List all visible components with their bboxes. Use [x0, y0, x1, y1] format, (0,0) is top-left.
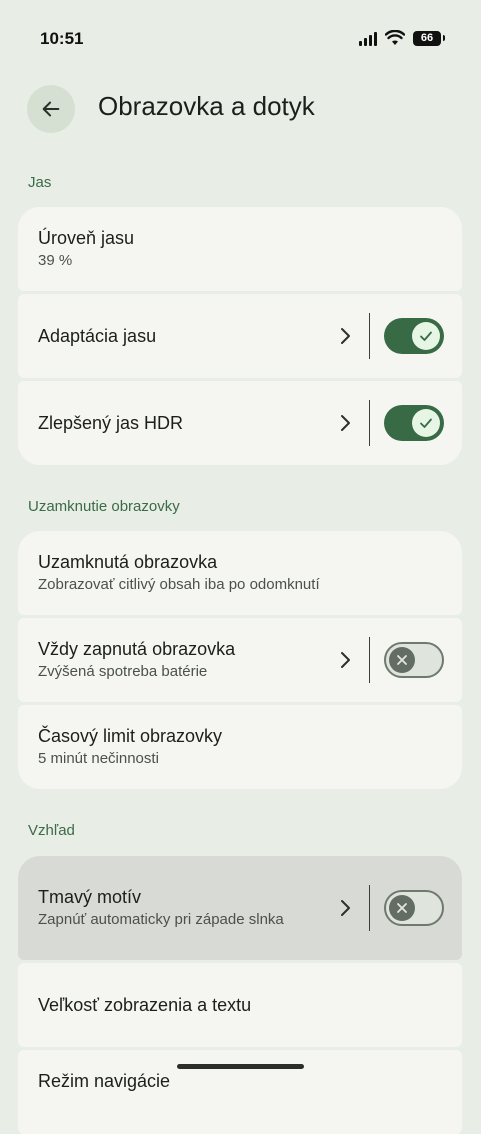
chevron-right-icon[interactable] [333, 648, 357, 672]
status-icons: 66 [359, 30, 445, 46]
chevron-right-icon[interactable] [333, 896, 357, 920]
toggle-knob [412, 409, 440, 437]
toggle-knob [412, 322, 440, 350]
item-title: Úroveň jasu [38, 228, 135, 248]
item-title: Časový limit obrazovky [38, 726, 223, 746]
adaptive-brightness-item[interactable]: Adaptácia jasu [18, 294, 462, 378]
item-title: Tmavý motív [38, 887, 142, 907]
divider [369, 637, 370, 683]
dark-theme-toggle[interactable] [384, 890, 444, 926]
wifi-icon [385, 30, 405, 45]
signal-icon [359, 30, 377, 46]
always-on-display-toggle[interactable] [384, 642, 444, 678]
battery-icon: 66 [413, 30, 445, 46]
item-subtitle: 39 % [38, 252, 73, 269]
back-button[interactable] [27, 85, 75, 133]
brightness-level-item[interactable]: Úroveň jasu 39 % [18, 207, 462, 291]
item-subtitle: Zobrazovať citlivý obsah iba po odomknut… [38, 576, 320, 593]
adaptive-brightness-toggle[interactable] [384, 318, 444, 354]
toggle-knob [389, 895, 415, 921]
section-header-lock-screen: Uzamknutie obrazovky [28, 498, 180, 515]
item-title: Veľkosť zobrazenia a textu [38, 995, 252, 1015]
page-title: Obrazovka a dotyk [98, 91, 315, 121]
toggle-knob [389, 647, 415, 673]
hdr-brightness-toggle[interactable] [384, 405, 444, 441]
battery-level: 66 [420, 32, 434, 44]
home-indicator[interactable] [177, 1064, 304, 1069]
item-subtitle: Zvýšená spotreba batérie [38, 663, 208, 680]
chevron-right-icon[interactable] [333, 324, 357, 348]
hdr-brightness-item[interactable]: Zlepšený jas HDR [18, 381, 462, 465]
arrow-left-icon [42, 101, 60, 117]
screen-timeout-item[interactable]: Časový limit obrazovky 5 minút nečinnost… [18, 705, 462, 789]
item-title: Zlepšený jas HDR [38, 413, 184, 433]
close-icon [397, 903, 407, 913]
display-size-item[interactable]: Veľkosť zobrazenia a textu [18, 963, 462, 1047]
divider [369, 313, 370, 359]
close-icon [397, 655, 407, 665]
item-title: Vždy zapnutá obrazovka [38, 639, 236, 659]
status-time: 10:51 [40, 29, 84, 48]
always-on-display-item[interactable]: Vždy zapnutá obrazovka Zvýšená spotreba … [18, 618, 462, 702]
dark-theme-item[interactable]: Tmavý motív Zapnúť automaticky pri západ… [18, 856, 462, 960]
divider [369, 885, 370, 931]
item-title: Režim navigácie [38, 1071, 171, 1091]
item-title: Uzamknutá obrazovka [38, 552, 218, 572]
check-icon [420, 331, 432, 341]
section-header-appearance: Vzhľad [28, 822, 75, 839]
item-subtitle: 5 minút nečinnosti [38, 750, 159, 767]
item-title: Adaptácia jasu [38, 326, 157, 346]
lock-screen-item[interactable]: Uzamknutá obrazovka Zobrazovať citlivý o… [18, 531, 462, 615]
item-subtitle: Zapnúť automaticky pri západe slnka [38, 911, 284, 928]
navigation-mode-item[interactable]: Režim navigácie [18, 1050, 462, 1134]
chevron-right-icon[interactable] [333, 411, 357, 435]
check-icon [420, 418, 432, 428]
divider [369, 400, 370, 446]
section-header-jas: Jas [28, 174, 52, 191]
status-bar: 10:51 66 [0, 0, 481, 72]
